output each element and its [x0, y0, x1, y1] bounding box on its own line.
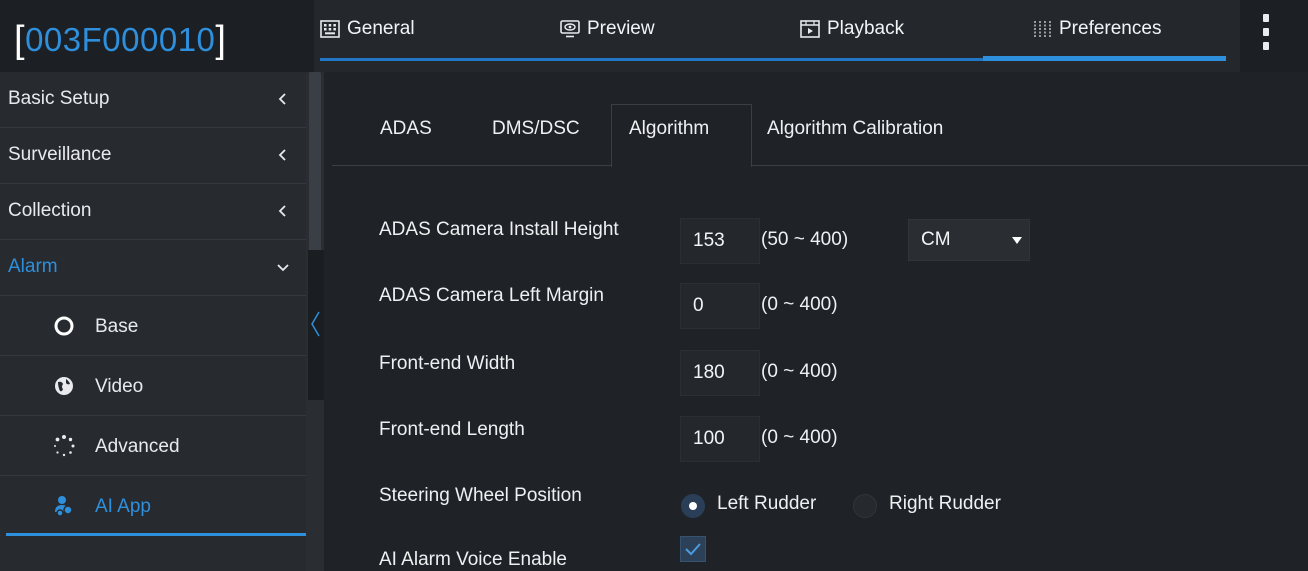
- front-width-range: (0 ~ 400): [761, 361, 838, 382]
- subtab-algorithm-calibration[interactable]: Algorithm Calibration: [767, 118, 943, 140]
- tab-playback-label: Playback: [827, 18, 905, 39]
- tab-preview[interactable]: Preview: [560, 14, 655, 44]
- playback-icon: [800, 20, 820, 38]
- sidebar-subitem-label: Base: [95, 316, 139, 337]
- sidebar-item-label: Surveillance: [8, 144, 112, 165]
- chevron-left-icon: [276, 92, 290, 106]
- tab-active-indicator: [983, 56, 1226, 61]
- header-bar: [ 003F000010 ] General Preview Playback …: [0, 0, 1308, 72]
- sidebar-subitem-base[interactable]: Base: [0, 296, 306, 356]
- device-id-text: 003F000010: [25, 21, 216, 58]
- sidebar-subitem-video[interactable]: Video: [0, 356, 306, 416]
- front-length-label: Front-end Length: [379, 419, 525, 440]
- tab-general-label: General: [347, 18, 415, 39]
- device-id-bracket-close: ]: [215, 18, 227, 61]
- sidebar-subitem-label: Advanced: [95, 436, 180, 457]
- sidebar-subitem-label: Video: [95, 376, 144, 397]
- front-width-input[interactable]: 180: [680, 350, 760, 396]
- steering-label: Steering Wheel Position: [379, 485, 582, 506]
- sidebar-item-alarm[interactable]: Alarm: [0, 240, 306, 296]
- install-height-range: (50 ~ 400): [761, 229, 849, 250]
- unit-select-value: CM: [921, 229, 951, 250]
- sidebar-subitem-ai-app[interactable]: AI App: [0, 476, 306, 534]
- tab-playback[interactable]: Playback: [800, 14, 904, 44]
- tab-preview-label: Preview: [587, 18, 655, 39]
- left-margin-range: (0 ~ 400): [761, 294, 838, 315]
- keyboard-icon: [320, 20, 340, 38]
- front-length-range: (0 ~ 400): [761, 427, 838, 448]
- radio-left-rudder-label[interactable]: Left Rudder: [717, 493, 816, 515]
- subtab-bar: ADAS DMS/DSC Algorithm Algorithm Calibra…: [332, 80, 1308, 167]
- sidebar-subitem-label: AI App: [95, 496, 151, 517]
- sliders-icon: [1032, 20, 1052, 38]
- left-margin-input[interactable]: 0: [680, 283, 760, 329]
- radio-right-rudder[interactable]: [853, 494, 877, 518]
- scrollbar-thumb[interactable]: [309, 72, 321, 252]
- front-width-label: Front-end Width: [379, 353, 516, 374]
- active-item-indicator: [6, 533, 306, 536]
- globe-icon: [52, 374, 76, 398]
- chevron-left-icon: [276, 204, 290, 218]
- users-icon: [52, 494, 76, 518]
- voice-enable-checkbox[interactable]: [680, 536, 706, 562]
- sidebar-item-label: Alarm: [8, 256, 58, 277]
- dotted-circle-icon: [52, 434, 76, 458]
- subtab-algorithm[interactable]: Algorithm: [629, 118, 709, 140]
- unit-select[interactable]: CM: [908, 219, 1030, 261]
- chevron-left-icon: [311, 311, 320, 337]
- sidebar-item-surveillance[interactable]: Surveillance: [0, 128, 306, 184]
- tab-preferences-label: Preferences: [1059, 18, 1162, 39]
- chevron-down-icon: [276, 260, 290, 274]
- sidebar-subitem-advanced[interactable]: Advanced: [0, 416, 306, 476]
- tab-preferences[interactable]: Preferences: [1032, 14, 1161, 44]
- sidebar-item-basic-setup[interactable]: Basic Setup: [0, 72, 306, 128]
- radio-left-rudder[interactable]: [681, 494, 705, 518]
- install-height-label: ADAS Camera Install Height: [379, 219, 619, 240]
- main-content: ADAS DMS/DSC Algorithm Algorithm Calibra…: [324, 72, 1308, 571]
- subtab-adas[interactable]: ADAS: [380, 118, 432, 140]
- front-length-input[interactable]: 100: [680, 416, 760, 462]
- device-id-bracket-open: [: [14, 18, 26, 61]
- tab-general[interactable]: General: [320, 14, 415, 44]
- sidebar-item-label: Collection: [8, 200, 92, 221]
- circle-icon: [52, 314, 76, 338]
- left-margin-label: ADAS Camera Left Margin: [379, 285, 604, 306]
- sidebar-collapse-handle[interactable]: [308, 250, 324, 400]
- caret-down-icon: [1012, 237, 1022, 244]
- chevron-left-icon: [276, 148, 290, 162]
- voice-enable-label: AI Alarm Voice Enable: [379, 549, 567, 570]
- eye-monitor-icon: [560, 20, 580, 38]
- device-id: [ 003F000010 ]: [14, 16, 226, 64]
- check-icon: [685, 543, 701, 556]
- more-vertical-icon[interactable]: [1258, 14, 1274, 50]
- radio-right-rudder-label[interactable]: Right Rudder: [889, 493, 1001, 515]
- sidebar-item-label: Basic Setup: [8, 88, 110, 109]
- sidebar-item-collection[interactable]: Collection: [0, 184, 306, 240]
- subtab-dms-dsc[interactable]: DMS/DSC: [492, 118, 580, 140]
- install-height-input[interactable]: 153: [680, 218, 760, 264]
- sidebar: Basic Setup Surveillance Collection Alar…: [0, 72, 306, 571]
